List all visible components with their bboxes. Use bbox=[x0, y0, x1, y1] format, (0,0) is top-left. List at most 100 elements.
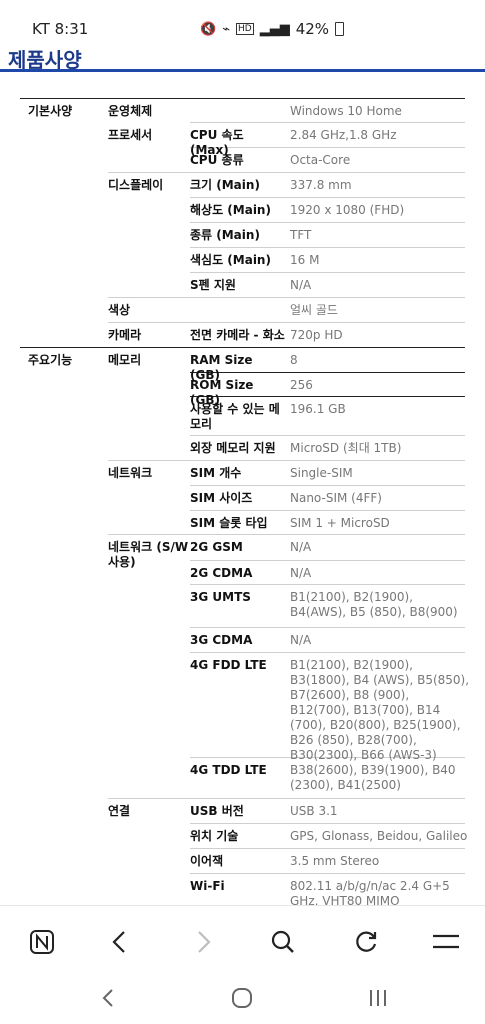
spec-item-label: SIM 슬롯 타입 bbox=[190, 516, 268, 530]
spec-divider bbox=[108, 534, 465, 535]
spec-value: 720p HD bbox=[290, 328, 343, 342]
battery-text: 42% bbox=[295, 20, 330, 38]
spec-item-label: S펜 지원 bbox=[190, 278, 236, 292]
spec-value: 얼씨 골드 bbox=[290, 303, 338, 317]
spec-value: 256 bbox=[290, 378, 313, 392]
spec-divider bbox=[190, 823, 465, 824]
signal-icon: ▂▄▆ bbox=[259, 21, 290, 37]
spec-item-label: 사용할 수 있는 메모리 bbox=[190, 402, 280, 431]
hd-badge: HD bbox=[236, 23, 254, 35]
mute-icon: 🔇 bbox=[200, 21, 217, 37]
spec-item-label: 위치 기술 bbox=[190, 829, 239, 843]
spec-divider bbox=[190, 485, 465, 486]
spec-value: B38(2600), B39(1900), B40 (2300), B41(25… bbox=[290, 763, 456, 792]
spec-value: N/A bbox=[290, 540, 312, 554]
spec-divider bbox=[190, 510, 465, 511]
wifi-icon: ⌁ bbox=[222, 21, 231, 37]
spec-value: 196.1 GB bbox=[290, 402, 346, 416]
spec-item-label: SIM 개수 bbox=[190, 466, 242, 480]
spec-item-label: Wi-Fi bbox=[190, 879, 225, 893]
spec-value: Windows 10 Home bbox=[290, 104, 402, 118]
battery-icon bbox=[335, 22, 345, 36]
menu-icon[interactable] bbox=[428, 924, 464, 960]
spec-value: Nano-SIM (4FF) bbox=[290, 491, 382, 505]
spec-category-label: 카메라 bbox=[108, 328, 142, 342]
reload-icon[interactable] bbox=[348, 924, 384, 960]
spec-item-label: USB 버전 bbox=[190, 804, 244, 818]
spec-item-label: 4G TDD LTE bbox=[190, 763, 267, 777]
spec-divider bbox=[108, 297, 465, 298]
spec-divider bbox=[108, 172, 465, 173]
status-time: KT 8:31 bbox=[32, 20, 89, 38]
spec-category-label: 디스플레이 bbox=[108, 178, 164, 192]
spec-section-label: 주요기능 bbox=[28, 353, 73, 367]
spec-divider bbox=[190, 627, 465, 628]
spec-value: Single-SIM bbox=[290, 466, 353, 480]
back-icon[interactable] bbox=[102, 924, 138, 960]
spec-divider bbox=[108, 322, 465, 323]
spec-divider bbox=[20, 347, 465, 348]
spec-category-label: 네트워크 (S/W 사용) bbox=[108, 540, 189, 569]
spec-category-label: 메모리 bbox=[108, 353, 142, 367]
spec-value: 2.84 GHz,1.8 GHz bbox=[290, 128, 397, 142]
system-navigation bbox=[0, 975, 485, 1024]
spec-divider bbox=[190, 247, 465, 248]
spec-divider bbox=[190, 272, 465, 273]
app-n-icon[interactable] bbox=[24, 924, 60, 960]
spec-value: GPS, Glonass, Beidou, Galileo bbox=[290, 829, 468, 843]
spec-item-label: CPU 종류 bbox=[190, 153, 244, 167]
spec-item-label: 크기 (Main) bbox=[190, 178, 260, 192]
spec-divider bbox=[108, 460, 465, 461]
browser-toolbar bbox=[0, 905, 485, 976]
home-icon[interactable] bbox=[224, 983, 260, 1013]
spec-item-label: 색심도 (Main) bbox=[190, 253, 271, 267]
spec-value: N/A bbox=[290, 278, 312, 292]
spec-value: Octa-Core bbox=[290, 153, 351, 167]
spec-divider bbox=[190, 848, 465, 849]
spec-divider bbox=[190, 222, 465, 223]
recents-back-icon[interactable] bbox=[90, 983, 126, 1013]
status-bar: KT 8:31 🔇 ⌁ HD ▂▄▆ 42% bbox=[0, 0, 485, 40]
spec-value: 337.8 mm bbox=[290, 178, 352, 192]
spec-divider bbox=[190, 652, 465, 653]
spec-value: B1(2100), B2(1900), B4(AWS), B5 (850), B… bbox=[290, 590, 458, 619]
spec-divider bbox=[190, 435, 465, 436]
spec-value: 16 M bbox=[290, 253, 320, 267]
spec-value: 3.5 mm Stereo bbox=[290, 854, 380, 868]
spec-item-label: 종류 (Main) bbox=[190, 228, 260, 242]
spec-value: N/A bbox=[290, 633, 312, 647]
spec-value: 1920 x 1080 (FHD) bbox=[290, 203, 405, 217]
spec-value: SIM 1 + MicroSD bbox=[290, 516, 390, 530]
recents-icon[interactable] bbox=[360, 983, 396, 1013]
spec-category-label: 네트워크 bbox=[108, 466, 153, 480]
spec-divider bbox=[20, 98, 465, 99]
forward-icon[interactable] bbox=[185, 924, 221, 960]
spec-section-label: 기본사양 bbox=[28, 104, 73, 118]
title-divider bbox=[0, 69, 485, 72]
status-icons: 🔇 ⌁ HD ▂▄▆ 42% bbox=[200, 20, 345, 38]
spec-item-label: 2G CDMA bbox=[190, 566, 253, 580]
spec-category-label: 색상 bbox=[108, 303, 131, 317]
search-icon[interactable] bbox=[265, 924, 301, 960]
spec-value: MicroSD (최대 1TB) bbox=[290, 441, 402, 455]
spec-divider bbox=[190, 197, 465, 198]
spec-divider bbox=[108, 798, 465, 799]
spec-divider bbox=[190, 122, 465, 123]
spec-item-label: 외장 메모리 지원 bbox=[190, 441, 276, 455]
spec-category-label: 운영체제 bbox=[108, 104, 153, 118]
spec-value: B1(2100), B2(1900), B3(1800), B4 (AWS), … bbox=[290, 658, 470, 762]
spec-item-label: 3G CDMA bbox=[190, 633, 253, 647]
spec-item-label: 2G GSM bbox=[190, 540, 243, 554]
spec-divider bbox=[190, 560, 465, 561]
spec-value: USB 3.1 bbox=[290, 804, 338, 818]
spec-item-label: SIM 사이즈 bbox=[190, 491, 253, 505]
spec-item-label: 해상도 (Main) bbox=[190, 203, 271, 217]
spec-value: 8 bbox=[290, 353, 298, 367]
spec-category-label: 프로세서 bbox=[108, 128, 153, 142]
spec-item-label: 4G FDD LTE bbox=[190, 658, 267, 672]
spec-item-label: 이어잭 bbox=[190, 854, 224, 868]
spec-item-label: 전면 카메라 - 화소 bbox=[190, 328, 285, 342]
spec-item-label: 3G UMTS bbox=[190, 590, 251, 604]
spec-divider bbox=[190, 873, 465, 874]
spec-value: N/A bbox=[290, 566, 312, 580]
